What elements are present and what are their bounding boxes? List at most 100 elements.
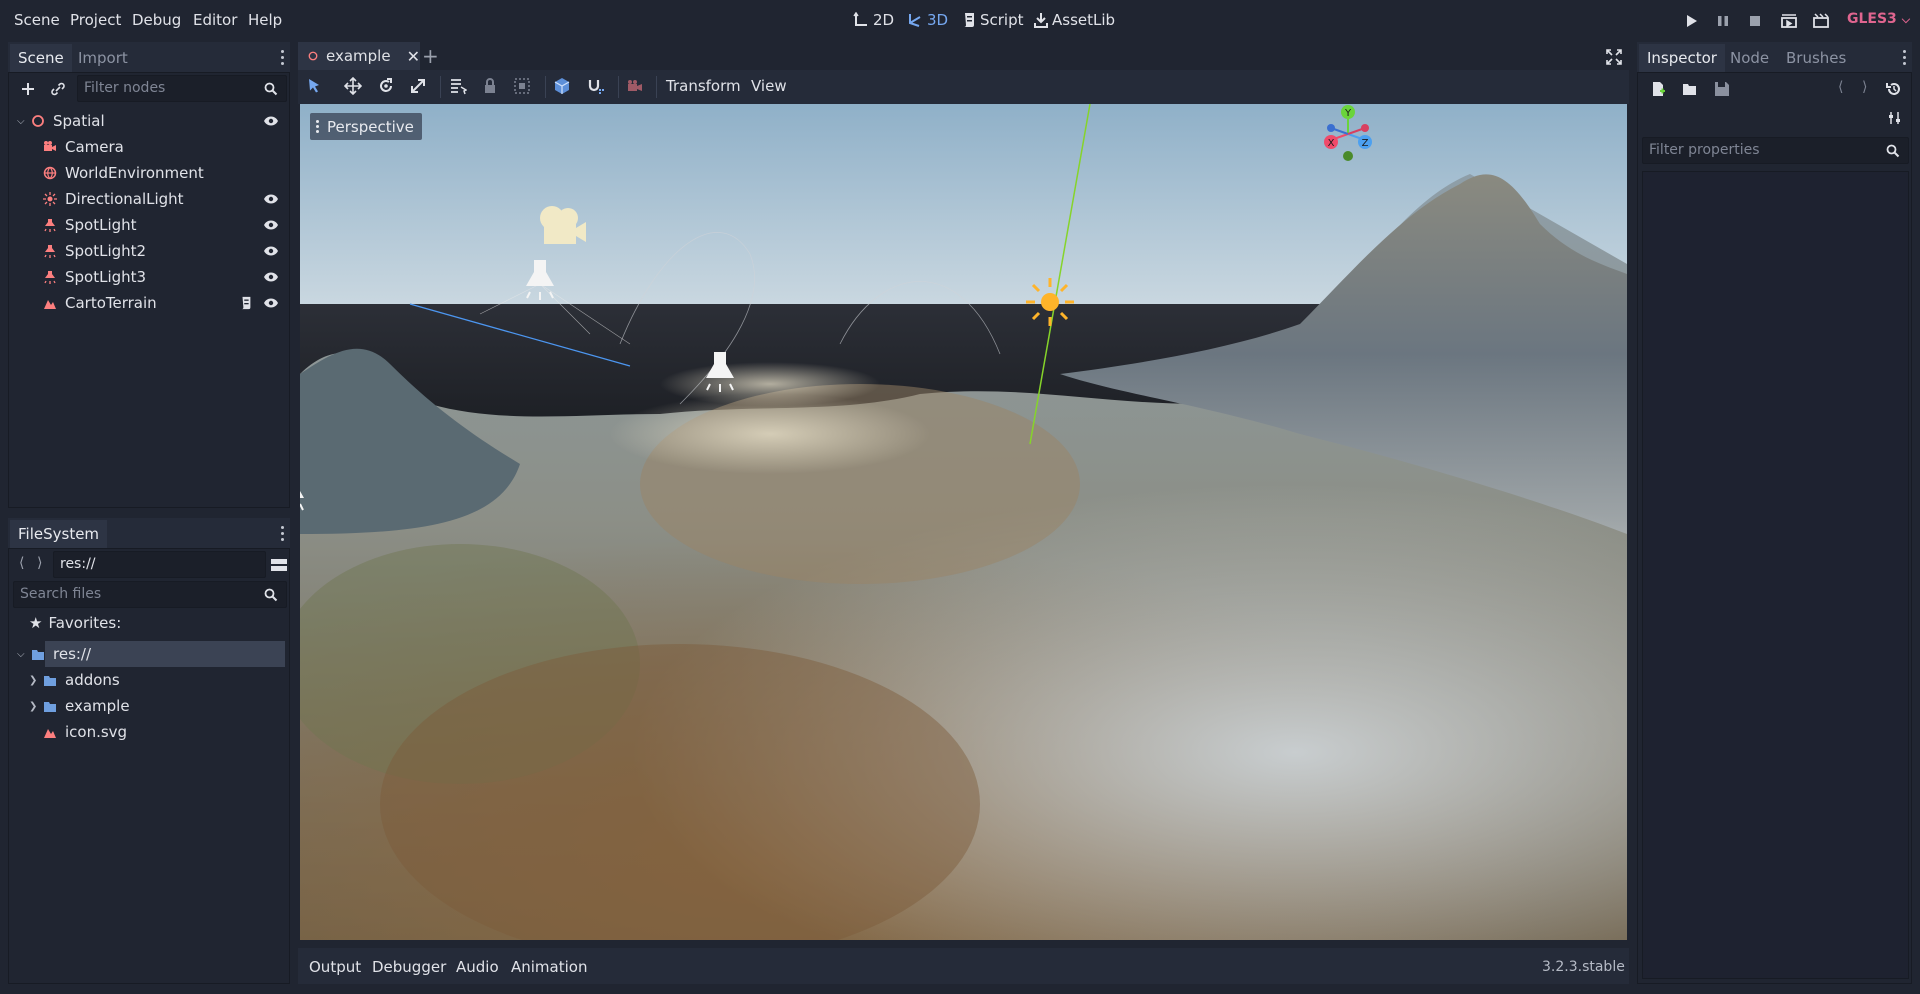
lock-icon[interactable]	[481, 77, 499, 95]
select-tool-icon[interactable]	[305, 77, 323, 95]
visibility-eye-icon[interactable]	[263, 219, 279, 231]
save-icon[interactable]	[1714, 81, 1730, 97]
toolbar-separator	[618, 76, 619, 98]
file-row-addons[interactable]: ❯ addons	[29, 668, 120, 692]
tree-label: Spatial	[53, 112, 105, 130]
local-space-icon[interactable]	[553, 77, 571, 95]
history-icon[interactable]	[1886, 81, 1902, 97]
tree-row-spotlight[interactable]: SpotLight	[43, 213, 137, 237]
play-icon[interactable]	[1682, 12, 1700, 30]
history-back-icon[interactable]: ⟨	[19, 555, 24, 571]
tree-row-spotlight3[interactable]: SpotLight3	[43, 265, 146, 289]
filter-properties-field[interactable]	[1642, 137, 1909, 164]
search-files-field[interactable]	[13, 581, 287, 608]
3d-icon	[909, 14, 921, 27]
gizmo-x-label: X	[1328, 138, 1335, 149]
perspective-menu-button[interactable]: Perspective	[310, 113, 422, 140]
snap-icon[interactable]	[587, 77, 605, 95]
scene-tab-example[interactable]: example ✕	[298, 42, 420, 70]
group-icon[interactable]	[513, 77, 531, 95]
menu-debug[interactable]: Debug	[132, 11, 181, 29]
open-folder-icon[interactable]	[1682, 81, 1698, 97]
terrain-icon	[44, 729, 56, 738]
filesystem-dock-menu-icon[interactable]	[281, 526, 285, 544]
chevron-right-icon[interactable]: ❯	[29, 701, 43, 712]
inspector-dock-menu-icon[interactable]	[1903, 50, 1907, 68]
bottom-tab-audio[interactable]: Audio	[456, 958, 499, 976]
distraction-free-icon[interactable]	[1606, 49, 1622, 65]
tab-node[interactable]: Node	[1722, 44, 1777, 72]
stop-icon[interactable]	[1746, 12, 1764, 30]
bottom-tab-output[interactable]: Output	[309, 958, 361, 976]
view-menu[interactable]: View	[751, 77, 787, 95]
menu-project[interactable]: Project	[70, 11, 121, 29]
move-tool-icon[interactable]	[344, 77, 362, 95]
scale-tool-icon[interactable]	[409, 77, 427, 95]
tree-row-directionallight[interactable]: DirectionalLight	[43, 187, 184, 211]
tree-row-spatial[interactable]: ⌵ Spatial	[17, 109, 105, 133]
tab-inspector[interactable]: Inspector	[1639, 44, 1725, 72]
chevron-down-icon: ⌵	[1901, 13, 1911, 26]
tree-row-cartoterrain[interactable]: CartoTerrain	[43, 291, 157, 315]
rotate-tool-icon[interactable]	[377, 77, 395, 95]
new-resource-icon[interactable]	[1650, 81, 1666, 97]
favorites-row[interactable]: ★ Favorites:	[29, 611, 121, 635]
script-icon[interactable]	[239, 296, 253, 310]
visibility-eye-icon[interactable]	[263, 297, 279, 309]
visibility-eye-icon[interactable]	[263, 115, 279, 127]
spotlight-icon	[44, 271, 56, 284]
object-properties-icon[interactable]	[1888, 111, 1902, 125]
file-row-icon-svg[interactable]: icon.svg	[43, 720, 127, 744]
menu-help[interactable]: Help	[248, 11, 282, 29]
2d-icon	[853, 12, 867, 26]
tree-row-camera[interactable]: Camera	[43, 135, 124, 159]
workspace-assetlib-button[interactable]: AssetLib	[1034, 11, 1115, 29]
filter-nodes-field[interactable]	[77, 75, 287, 102]
add-scene-tab-icon[interactable]: +	[422, 44, 439, 68]
history-forward-icon[interactable]: ⟩	[37, 555, 42, 571]
tab-scene[interactable]: Scene	[10, 44, 72, 72]
tree-row-spotlight2[interactable]: SpotLight2	[43, 239, 146, 263]
visibility-eye-icon[interactable]	[263, 245, 279, 257]
tab-brushes[interactable]: Brushes	[1778, 44, 1854, 72]
workspace-script-button[interactable]: Script	[962, 11, 1024, 29]
bottom-tab-animation[interactable]: Animation	[511, 958, 587, 976]
directional-light-gizmo-icon[interactable]	[1026, 278, 1074, 326]
scene-dock-menu-icon[interactable]	[281, 50, 285, 68]
renderer-selector[interactable]: GLES3 ⌵	[1847, 11, 1910, 27]
bottom-tab-debugger[interactable]: Debugger	[372, 958, 446, 976]
list-select-icon[interactable]	[449, 77, 467, 95]
filter-properties-input[interactable]	[1649, 142, 1902, 158]
add-node-icon[interactable]	[20, 81, 36, 97]
chevron-down-icon[interactable]: ⌵	[17, 116, 31, 127]
menu-scene[interactable]: Scene	[14, 11, 60, 29]
camera-preview-icon[interactable]	[626, 77, 644, 95]
play-custom-scene-icon[interactable]	[1812, 12, 1830, 30]
history-forward-icon[interactable]: ⟩	[1862, 79, 1867, 95]
tree-row-worldenvironment[interactable]: WorldEnvironment	[43, 161, 204, 185]
transform-menu[interactable]: Transform	[666, 77, 741, 95]
menu-editor[interactable]: Editor	[193, 11, 237, 29]
file-row-example[interactable]: ❯ example	[29, 694, 130, 718]
chevron-right-icon[interactable]: ❯	[29, 675, 43, 686]
3d-viewport[interactable]: Y X Z	[300, 104, 1627, 940]
search-files-input[interactable]	[20, 586, 280, 602]
visibility-eye-icon[interactable]	[263, 193, 279, 205]
split-mode-icon[interactable]	[271, 557, 287, 573]
path-field[interactable]: res://	[53, 551, 266, 578]
folder-icon	[44, 702, 56, 712]
file-row-res[interactable]: ⌵ res://	[17, 642, 91, 666]
perspective-label: Perspective	[327, 117, 414, 136]
chevron-down-icon[interactable]: ⌵	[17, 649, 31, 660]
tab-filesystem[interactable]: FileSystem	[10, 520, 108, 548]
close-icon[interactable]: ✕	[407, 47, 420, 66]
pause-icon[interactable]	[1714, 12, 1732, 30]
play-scene-icon[interactable]	[1780, 12, 1798, 30]
visibility-eye-icon[interactable]	[263, 271, 279, 283]
workspace-3d-button[interactable]: 3D	[907, 11, 948, 29]
workspace-2d-button[interactable]: 2D	[853, 11, 894, 29]
tab-import[interactable]: Import	[70, 44, 136, 72]
filter-nodes-input[interactable]	[84, 80, 280, 96]
link-icon[interactable]	[50, 81, 66, 97]
history-back-icon[interactable]: ⟨	[1838, 79, 1843, 95]
